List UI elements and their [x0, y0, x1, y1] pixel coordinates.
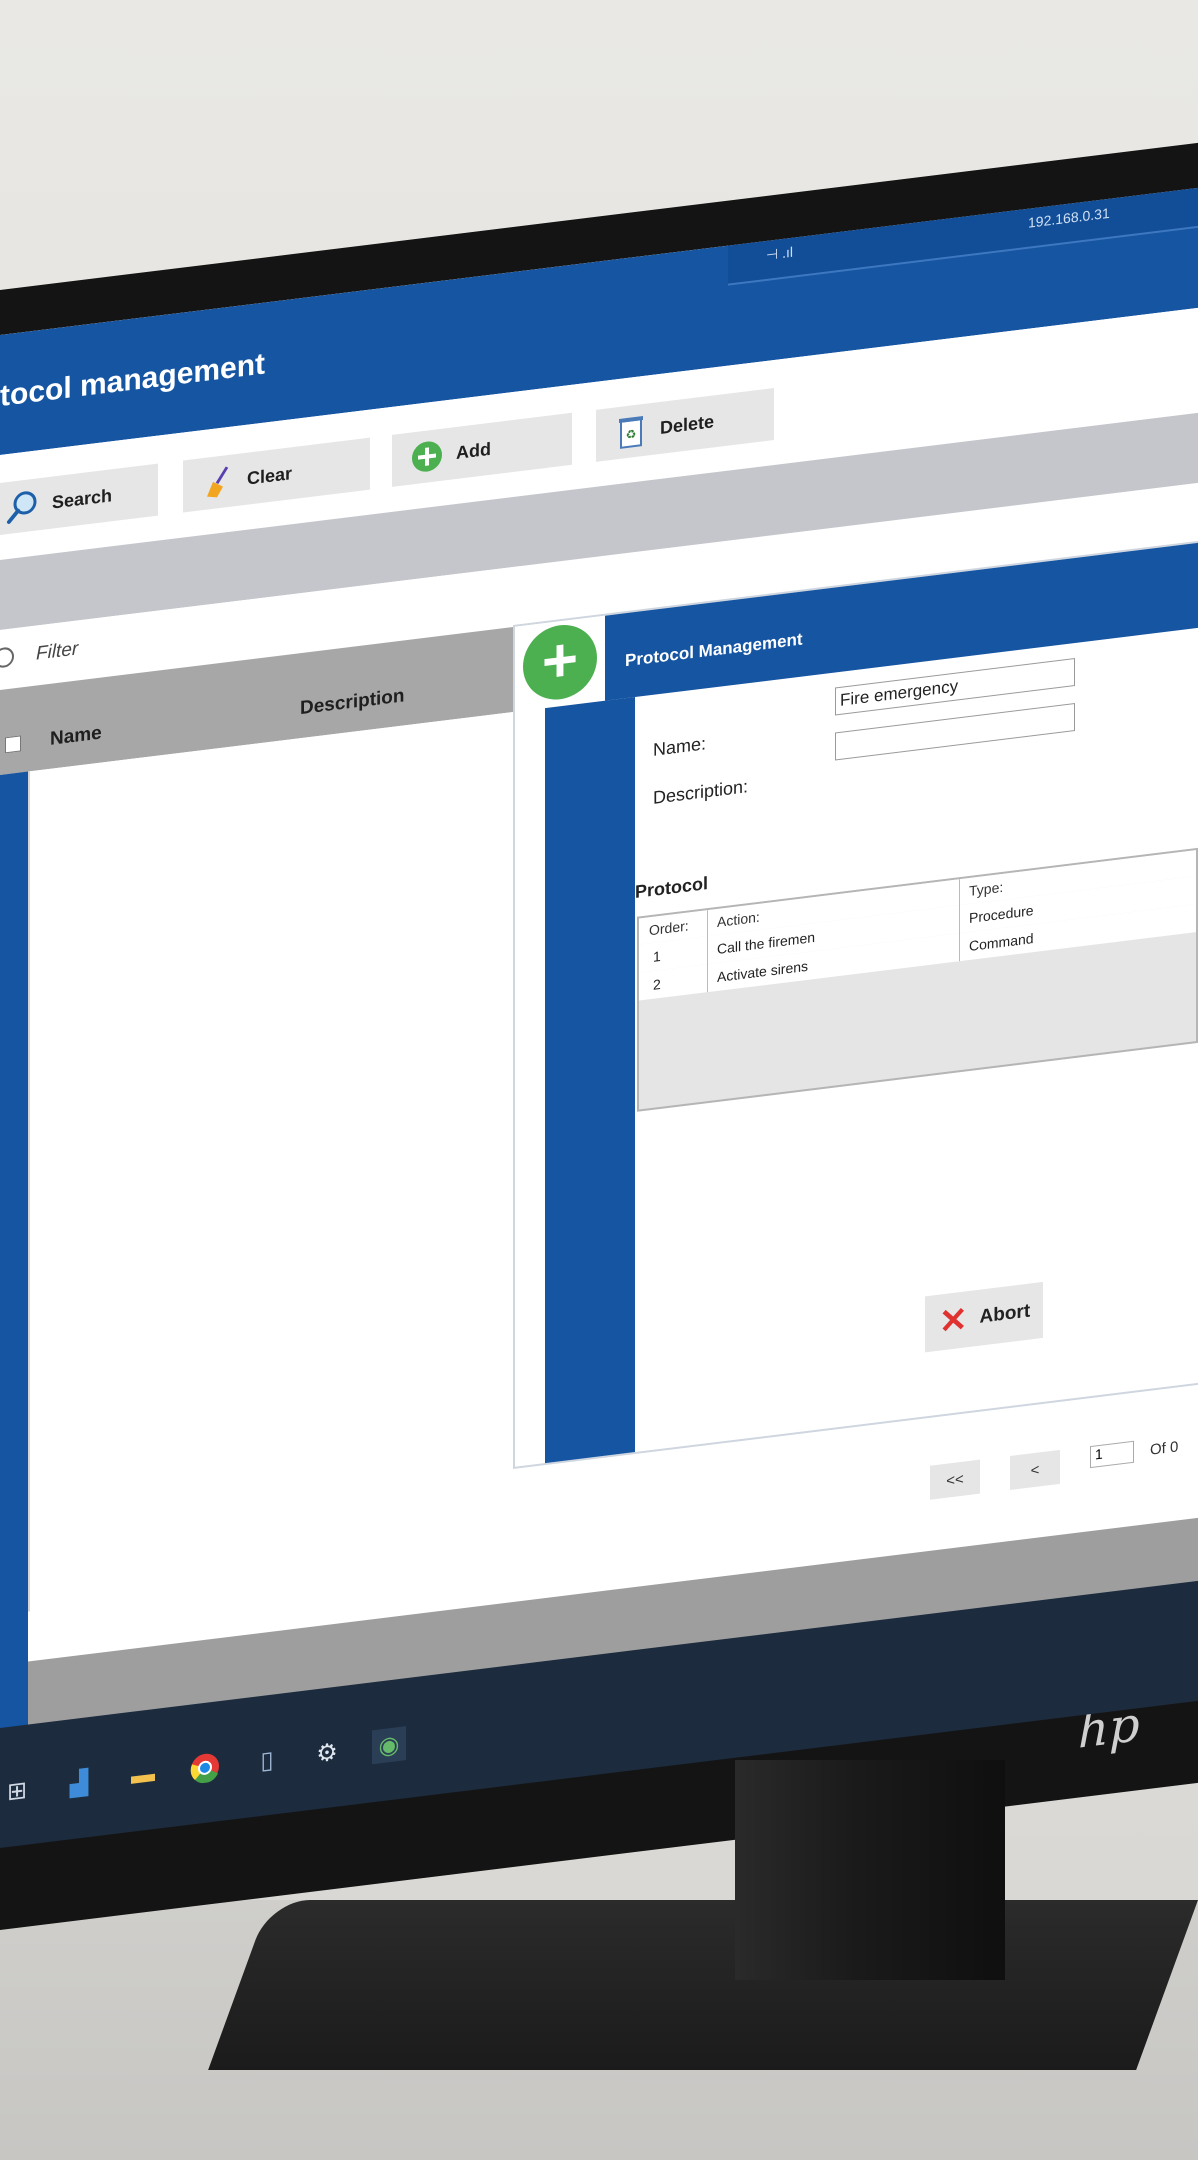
search-button[interactable]: Search [0, 463, 158, 537]
page-title: tocol management [0, 347, 266, 413]
monitor-stand-neck [735, 1760, 1005, 1980]
name-label: Name: [653, 733, 707, 760]
column-divider [959, 879, 960, 962]
abort-button-label: Abort [979, 1300, 1031, 1328]
description-field[interactable] [835, 703, 1075, 761]
protocol-section-title: Protocol [635, 873, 709, 903]
svg-text:♻: ♻ [626, 427, 637, 442]
add-button[interactable]: Add [392, 412, 572, 487]
column-header-order[interactable]: Order: [649, 917, 689, 938]
description-label: Description: [653, 776, 749, 808]
clear-button-label: Clear [247, 462, 293, 489]
column-divider [707, 910, 708, 993]
plus-icon: + [523, 620, 597, 704]
search-button-label: Search [52, 484, 113, 513]
dialog-icon-box: + [515, 615, 605, 712]
page-count: Of 0 [1150, 1438, 1179, 1459]
dialog-title: Protocol Management [625, 629, 803, 671]
delete-button[interactable]: ♻ Delete [596, 387, 774, 462]
row-order: 2 [653, 975, 661, 993]
filter-chevron-icon [0, 646, 14, 669]
close-icon: ✕ [939, 1300, 968, 1342]
clear-button[interactable]: Clear [183, 437, 370, 513]
protocol-list [28, 711, 517, 1612]
first-page-button[interactable]: << [930, 1459, 980, 1500]
filter-label: Filter [36, 638, 79, 665]
column-header-type[interactable]: Type: [969, 879, 1003, 899]
column-header-name[interactable]: Name [50, 723, 102, 751]
globe-icon[interactable]: ◉ [372, 1726, 406, 1765]
column-header-action[interactable]: Action: [717, 909, 760, 930]
protocol-table: Order: Action: Type: 1 Call the firemen … [637, 847, 1198, 1112]
row-action: Activate sirens [717, 957, 809, 985]
device-app-icon[interactable]: ▯ [250, 1741, 284, 1779]
chrome-icon[interactable] [188, 1749, 222, 1787]
row-type: Command [969, 930, 1034, 955]
plus-circle-icon [410, 437, 444, 475]
broom-icon [201, 463, 235, 501]
page-number-input[interactable]: 1 [1090, 1440, 1134, 1469]
column-header-description[interactable]: Description [300, 685, 405, 720]
protocol-dialog: + Protocol Management Name: Fire emergen… [515, 542, 1198, 1467]
left-edge-strip [0, 771, 28, 1755]
monitor-stand-base [208, 1900, 1198, 2070]
row-type: Procedure [969, 902, 1034, 927]
search-icon [6, 487, 40, 525]
abort-button[interactable]: ✕ Abort [925, 1281, 1043, 1353]
select-all-checkbox[interactable] [5, 735, 21, 754]
screen: ⊣ .ıl 192.168.0.31 tocol management Sear… [0, 187, 1198, 1756]
previous-page-button[interactable]: < [1010, 1449, 1060, 1490]
gear-icon[interactable]: ⚙ [310, 1734, 344, 1772]
signal-icon: ⊣ .ıl [766, 243, 793, 263]
ip-address: 192.168.0.31 [1028, 204, 1110, 231]
add-button-label: Add [456, 438, 491, 463]
task-view-icon[interactable]: ⊞ [0, 1772, 34, 1810]
delete-button-label: Delete [660, 410, 715, 438]
row-order: 1 [653, 947, 661, 965]
file-explorer-icon[interactable]: ▬ [126, 1756, 160, 1794]
dialog-header: Protocol Management [605, 542, 1198, 701]
dialog-side-strip [545, 697, 635, 1464]
recycle-bin-icon: ♻ [614, 412, 648, 450]
network-app-icon[interactable]: ▟ [62, 1764, 96, 1802]
